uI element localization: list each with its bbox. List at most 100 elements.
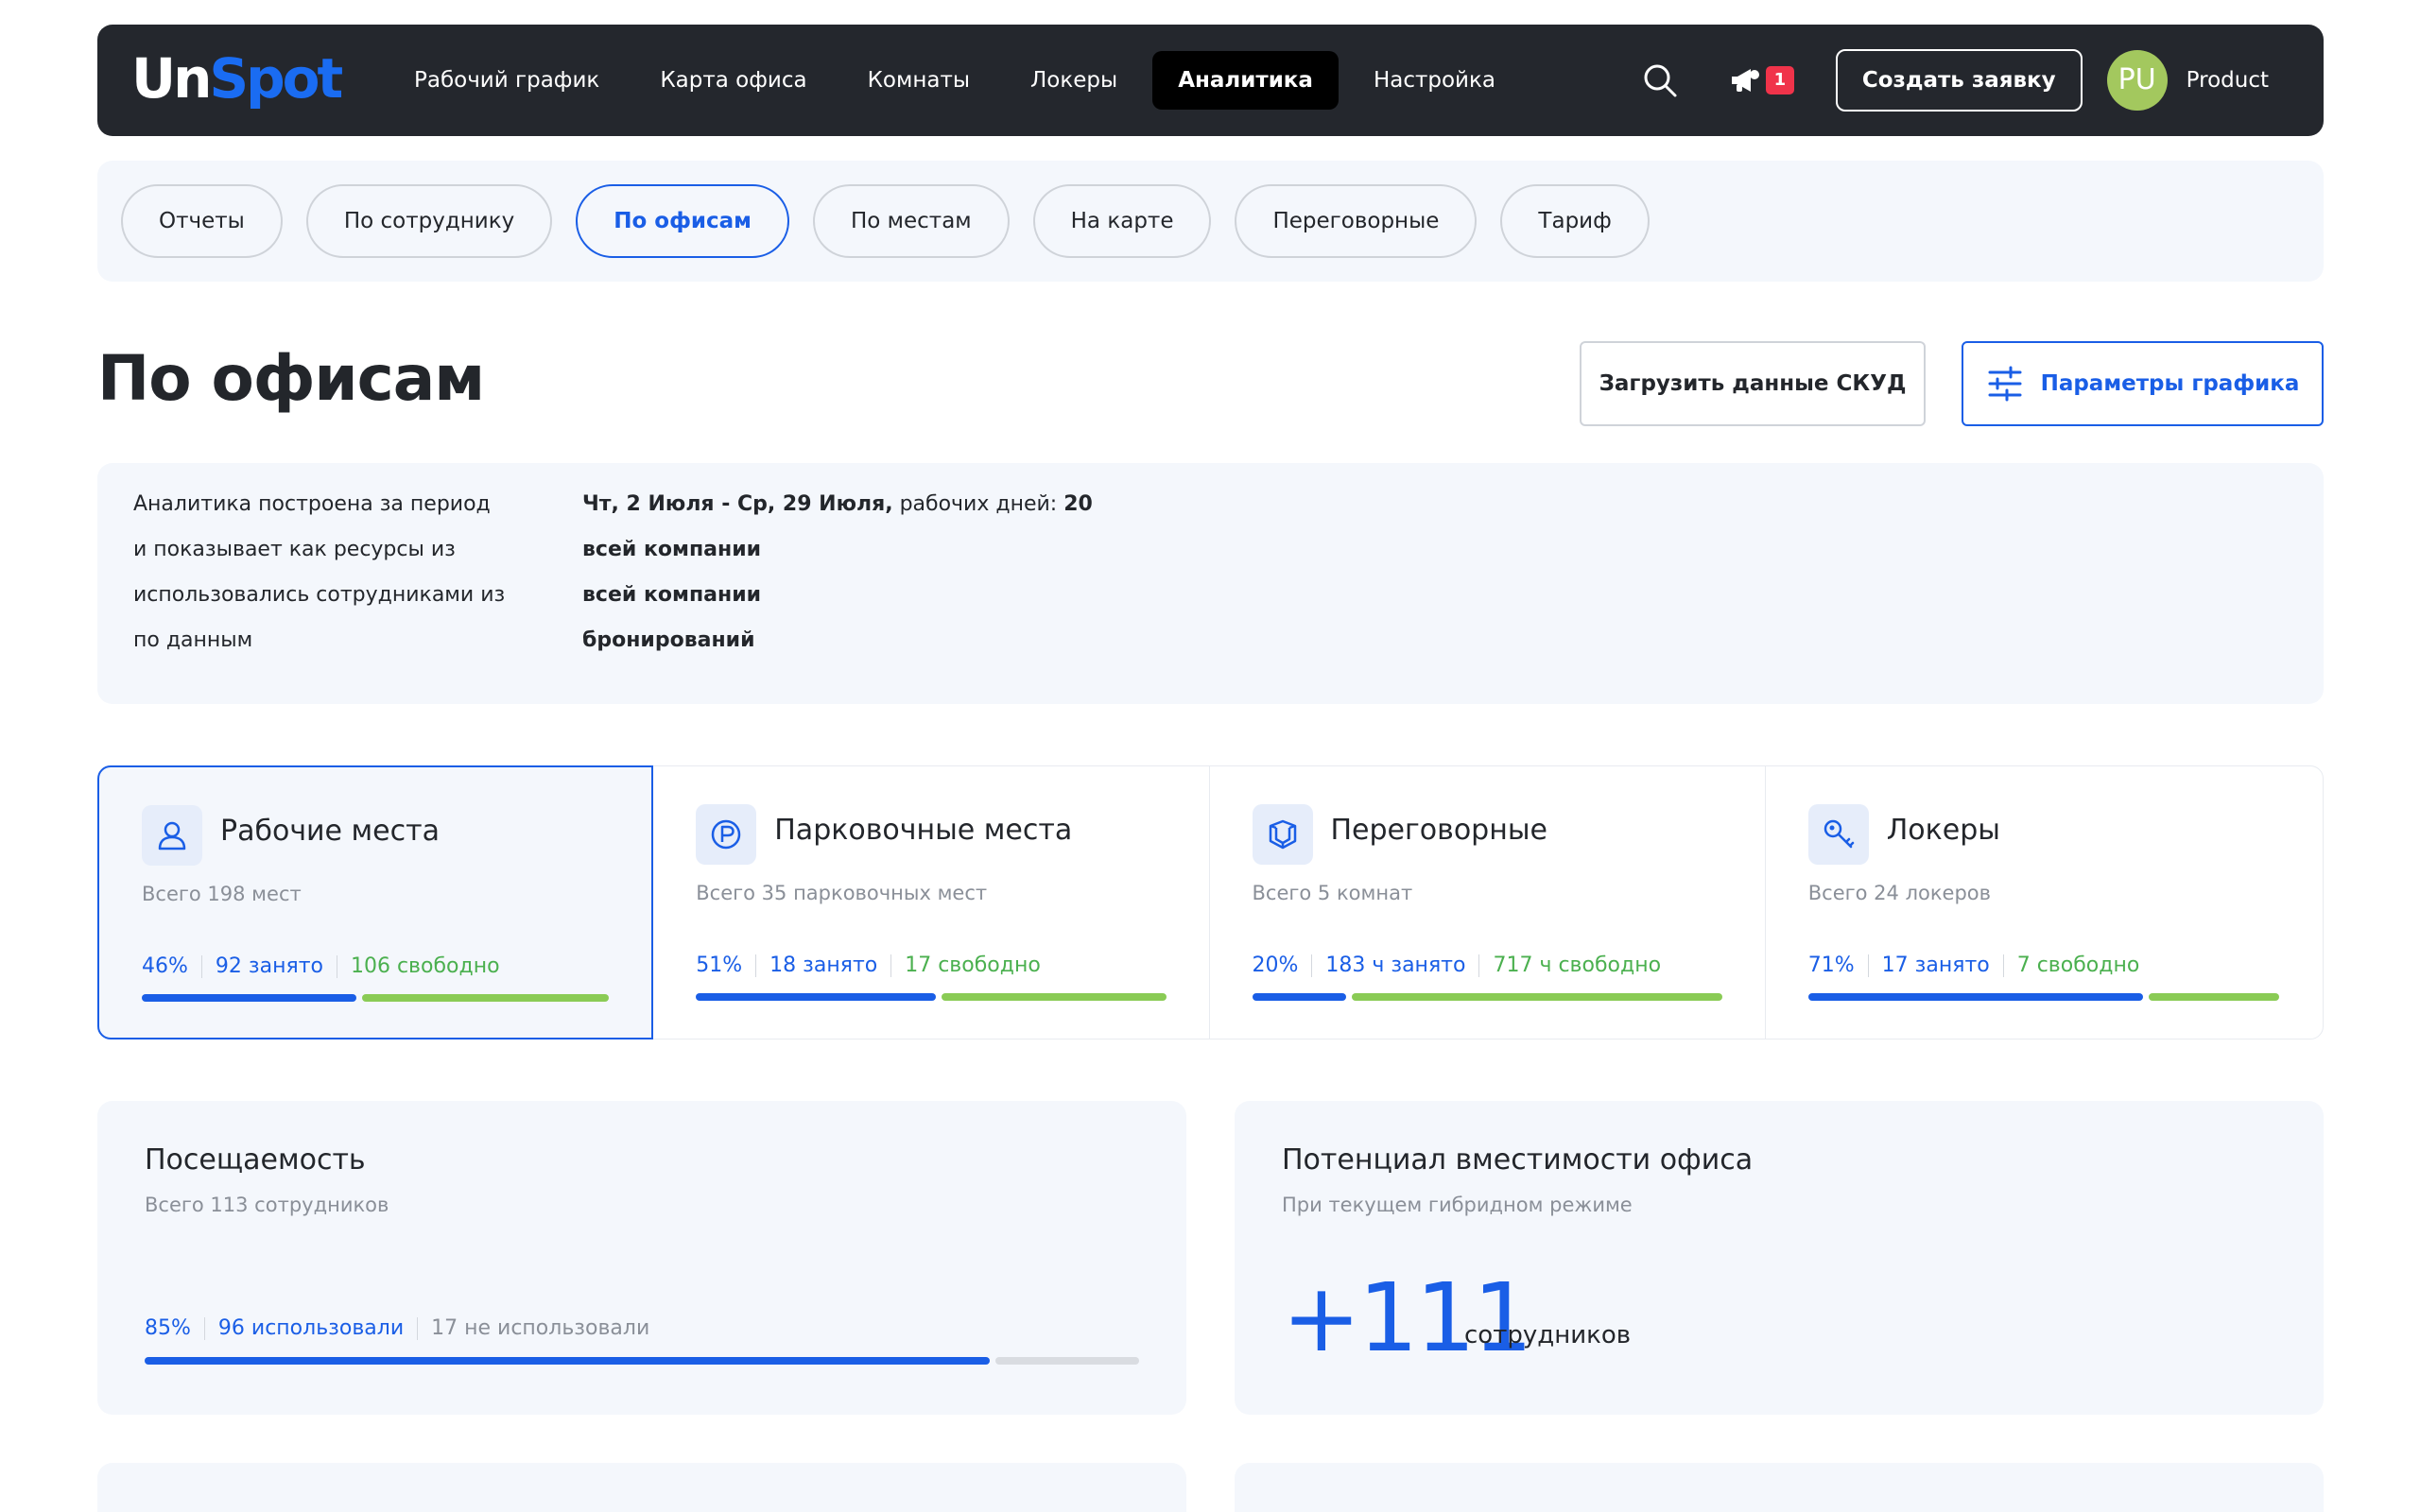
nav-item-work-schedule[interactable]: Рабочий график: [389, 51, 625, 110]
unspot-logo[interactable]: UnSpot: [131, 45, 343, 112]
attendance-used: 96 использовали: [217, 1316, 405, 1340]
user-icon-wrap: [142, 805, 202, 866]
info-line-resources: и показывает как ресурсы из: [133, 538, 456, 561]
info-values: Чт, 2 Июля - Ср, 29 Июля, рабочих дней: …: [582, 490, 1093, 671]
occupancy-bar: [1252, 993, 1722, 1001]
capacity-subtitle: При текущем гибридном режиме: [1282, 1194, 1633, 1216]
stat-card-parking[interactable]: Парковочные места Всего 35 парковочных м…: [653, 766, 1210, 1039]
stat-title: Парковочные места: [774, 814, 1073, 847]
capacity-title: Потенциал вместимости офиса: [1282, 1143, 1754, 1177]
stat-busy: 183 ч занято: [1325, 954, 1466, 977]
stat-numbers: 51% 18 занято 17 свободно: [696, 954, 1041, 977]
top-navigation-bar: UnSpot Рабочий график Карта офиса Комнат…: [97, 25, 2324, 136]
stat-subtitle: Всего 35 парковочных мест: [696, 882, 988, 904]
occupancy-bar-busy: [1252, 993, 1346, 1001]
nav-item-settings[interactable]: Настройка: [1348, 51, 1521, 110]
stat-numbers: 46% 92 занято 106 свободно: [142, 954, 500, 978]
period-dates: Чт, 2 Июля - Ср, 29 Июля,: [582, 492, 893, 516]
stat-percent: 51%: [696, 954, 743, 977]
search-icon[interactable]: [1641, 61, 1679, 99]
user-name[interactable]: Product: [2187, 68, 2269, 93]
nav-item-lockers[interactable]: Локеры: [1005, 51, 1143, 110]
key-icon-wrap: [1807, 804, 1869, 865]
tab-meeting-rooms[interactable]: Переговорные: [1235, 184, 1478, 258]
info-line-period: Аналитика построена за период: [133, 492, 491, 516]
divider: [1478, 954, 1480, 977]
main-nav: Рабочий график Карта офиса Комнаты Локер…: [389, 25, 1530, 136]
parking-icon: [712, 819, 741, 850]
divider: [755, 954, 757, 977]
divider: [203, 1316, 205, 1340]
resources-value[interactable]: всей компании: [582, 535, 1093, 580]
stat-card-workplaces[interactable]: Рабочие места Всего 198 мест 46% 92 занят…: [97, 765, 654, 1040]
source-value-text: бронирований: [582, 628, 755, 652]
divider: [1311, 954, 1313, 977]
divider: [890, 954, 892, 977]
tab-tariff[interactable]: Тариф: [1500, 184, 1650, 258]
tab-by-places[interactable]: По местам: [812, 184, 1010, 258]
stat-busy: 92 занято: [215, 954, 323, 978]
upload-access-control-data-button[interactable]: Загрузить данные СКУД: [1580, 341, 1926, 426]
divider: [417, 1316, 419, 1340]
divider: [200, 954, 202, 978]
avatar[interactable]: PU: [2106, 50, 2168, 111]
stat-title: Переговорные: [1330, 814, 1547, 847]
resources-value-text: всей компании: [582, 538, 762, 561]
occupancy-bar-busy: [696, 993, 936, 1001]
attendance-bar-unused: [995, 1357, 1139, 1365]
stat-subtitle: Всего 24 локеров: [1807, 882, 1992, 904]
resource-stats: Рабочие места Всего 198 мест 46% 92 занят…: [97, 765, 2324, 1040]
period-workdays-label: рабочих дней:: [892, 492, 1064, 516]
stat-title: Рабочие места: [220, 815, 440, 848]
nav-item-analytics[interactable]: Аналитика: [1152, 51, 1339, 110]
occupancy-bar: [1807, 993, 2279, 1001]
notifications[interactable]: 1: [1728, 63, 1794, 97]
stat-free: 17 свободно: [905, 954, 1041, 977]
capacity-unit: сотрудников: [1464, 1321, 1632, 1349]
create-request-button[interactable]: Создать заявку: [1835, 49, 2083, 112]
header-actions: 1 Создать заявку PU Product: [1641, 25, 2324, 136]
info-line-employees: использовались сотрудниками из: [133, 583, 506, 607]
info-descriptions: Аналитика построена за период и показыва…: [133, 490, 505, 671]
analytics-subtabs: Отчеты По сотруднику По офисам По местам…: [97, 161, 2324, 282]
occupancy-bar-free: [362, 994, 610, 1002]
stat-card-lockers[interactable]: Локеры Всего 24 локеров 71% 17 занято 7 св…: [1766, 766, 2322, 1039]
divider: [2002, 954, 2004, 977]
attendance-title: Посещаемость: [145, 1143, 366, 1177]
divider: [1867, 954, 1869, 977]
attendance-card: Посещаемость Всего 113 сотрудников 85% 96…: [97, 1101, 1186, 1415]
page: UnSpot Рабочий график Карта офиса Комнат…: [0, 0, 2420, 1512]
attendance-numbers: 85% 96 использовали 17 не использовали: [145, 1316, 649, 1340]
tab-by-offices[interactable]: По офисам: [576, 184, 789, 258]
occupancy-bar-busy: [142, 994, 357, 1002]
logo-part-un: Un: [131, 46, 212, 111]
source-value[interactable]: бронирований: [582, 626, 1093, 671]
key-icon: [1824, 819, 1854, 849]
parking-icon-wrap: [696, 804, 757, 865]
occupancy-bar: [142, 994, 610, 1002]
next-card-right: [1235, 1463, 2324, 1512]
nav-item-office-map[interactable]: Карта офиса: [634, 51, 832, 110]
stat-percent: 20%: [1252, 954, 1299, 977]
occupancy-bar: [696, 993, 1167, 1001]
page-title: По офисам: [97, 342, 485, 415]
stat-subtitle: Всего 5 комнат: [1252, 882, 1413, 904]
analytics-info-panel: Аналитика построена за период и показыва…: [97, 463, 2324, 704]
chart-parameters-button[interactable]: Параметры графика: [1962, 341, 2324, 426]
attendance-unused: 17 не использовали: [431, 1316, 650, 1340]
chart-parameters-label: Параметры графика: [2040, 371, 2300, 396]
logo-part-spot: Spot: [209, 46, 343, 111]
attendance-bar: [145, 1357, 1139, 1365]
user-icon: [158, 821, 186, 850]
tab-reports[interactable]: Отчеты: [121, 184, 283, 258]
meeting-room-icon: [1269, 819, 1296, 850]
employees-value-text: всей компании: [582, 583, 762, 607]
tab-on-map[interactable]: На карте: [1032, 184, 1212, 258]
employees-value[interactable]: всей компании: [582, 580, 1093, 626]
occupancy-bar-free: [941, 993, 1167, 1001]
occupancy-bar-busy: [1807, 993, 2143, 1001]
tab-by-employee[interactable]: По сотруднику: [305, 184, 553, 258]
nav-item-rooms[interactable]: Комнаты: [842, 51, 995, 110]
stat-card-meeting-rooms[interactable]: Переговорные Всего 5 комнат 20% 183 ч зан…: [1210, 766, 1766, 1039]
notification-count-badge: 1: [1765, 66, 1794, 94]
